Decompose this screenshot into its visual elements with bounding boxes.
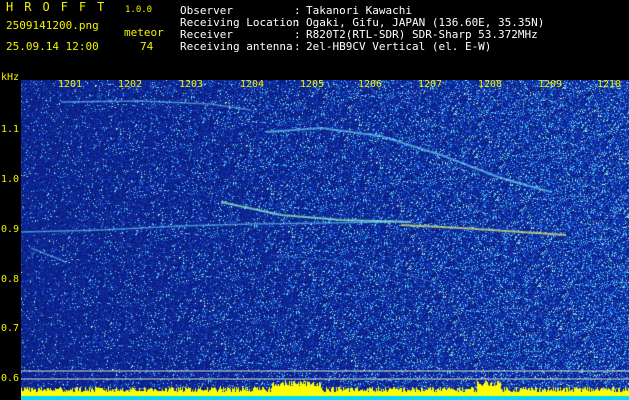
spectrogram-overlay	[21, 370, 629, 380]
time-label: 1203	[179, 79, 204, 90]
info-row-antenna: Receiving antenna : 2el-HB9CV Vertical (…	[180, 41, 544, 53]
info-value: 2el-HB9CV Vertical (el. E-W)	[306, 40, 492, 53]
time-label: 1207	[418, 79, 443, 90]
time-label: 1205	[300, 79, 325, 90]
frequency-label: 1.1	[1, 124, 20, 135]
spectrogram-plot	[21, 80, 629, 400]
time-label: 1201	[58, 79, 83, 90]
frequency-unit-label: kHz	[1, 72, 20, 83]
app-version: 1.0.0	[125, 5, 153, 15]
info-key: Receiving antenna	[180, 40, 293, 53]
detection-count: 74	[140, 40, 154, 53]
frequency-label: 1.0	[1, 174, 20, 185]
frequency-label: 0.7	[1, 323, 20, 334]
frequency-label: 0.8	[1, 274, 20, 285]
frequency-label: 0.6	[1, 373, 20, 384]
time-label: 1209	[538, 79, 563, 90]
time-label: 1204	[240, 79, 265, 90]
time-label: 1210	[597, 79, 622, 90]
date-time: 25.09.14 12:00	[6, 40, 99, 53]
station-info: Observer : Takanori Kawachi Receiving Lo…	[180, 5, 544, 53]
app-title: HROFFT	[6, 0, 116, 14]
detection-type-label: meteor	[124, 26, 164, 39]
info-separator: :	[294, 40, 301, 53]
time-label: 1208	[478, 79, 503, 90]
frequency-label: 0.9	[1, 224, 20, 235]
file-name: 2509141200.png	[6, 19, 99, 32]
time-label: 1202	[118, 79, 143, 90]
time-label: 1206	[358, 79, 383, 90]
header-panel: HROFFT 1.0.0 2509141200.png 25.09.14 12:…	[0, 0, 629, 83]
